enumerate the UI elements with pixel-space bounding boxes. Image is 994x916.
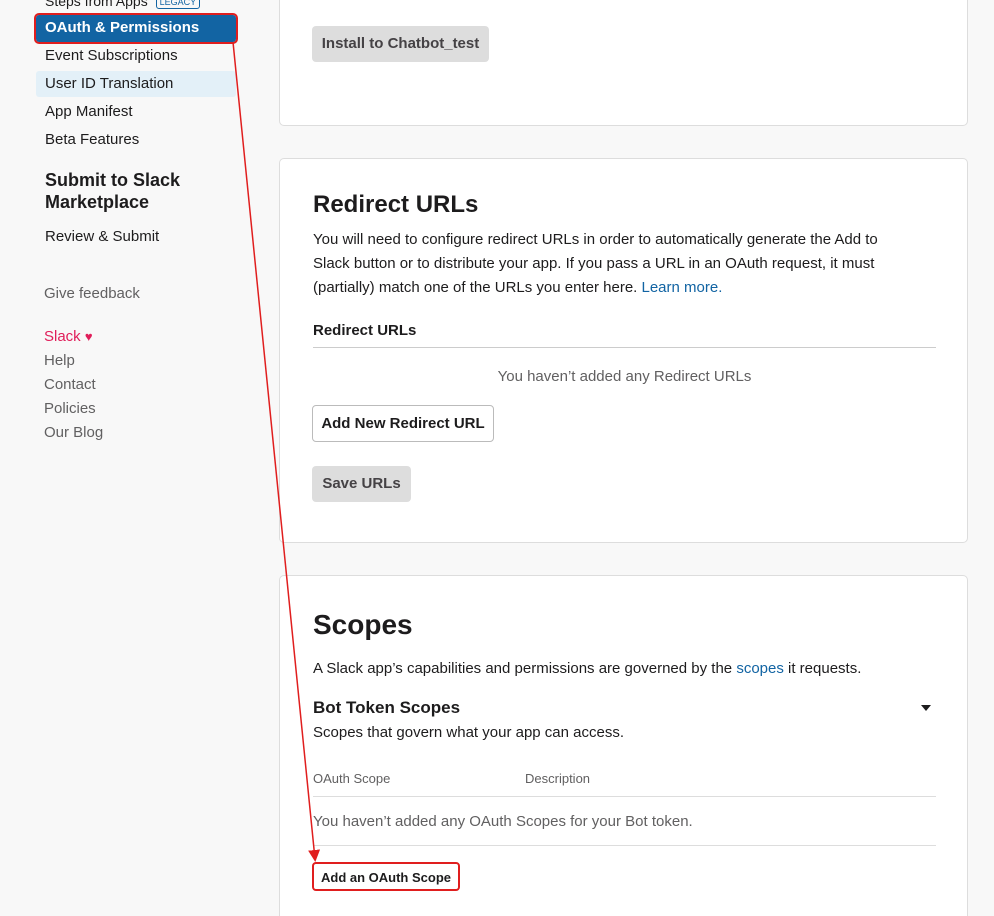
- caret-down-icon[interactable]: [921, 705, 931, 711]
- redirect-urls-card: Redirect URLs You will need to configure…: [279, 158, 968, 543]
- column-header-description: Description: [525, 771, 591, 786]
- redirect-urls-description: You will need to configure redirect URLs…: [313, 228, 953, 300]
- sidebar-item-app-manifest[interactable]: App Manifest: [36, 99, 236, 125]
- description-text: it requests.: [783, 660, 862, 677]
- description-text: A Slack app’s capabilities and permissio…: [313, 660, 737, 677]
- column-header-oauth-scope: OAuth Scope: [313, 771, 391, 786]
- learn-more-link[interactable]: Learn more.: [642, 279, 723, 296]
- sidebar-item-review-submit[interactable]: Review & Submit: [36, 224, 236, 250]
- scopes-card: Scopes A Slack app’s capabilities and pe…: [279, 575, 968, 916]
- divider: [313, 796, 936, 797]
- sidebar-item-user-id-translation[interactable]: User ID Translation: [36, 71, 236, 97]
- description-line: You will need to configure redirect URLs…: [313, 231, 878, 248]
- scopes-description: A Slack app’s capabilities and permissio…: [313, 657, 953, 681]
- sidebar-item-beta-features[interactable]: Beta Features: [36, 127, 236, 153]
- bot-token-scopes-title: Bot Token Scopes: [313, 698, 461, 717]
- footer-link-label: Slack: [44, 328, 81, 345]
- footer-link-blog[interactable]: Our Blog: [44, 423, 103, 443]
- footer-link-contact[interactable]: Contact: [44, 375, 96, 395]
- sidebar-item-label: Steps from Apps: [45, 0, 148, 9]
- sidebar-item-steps-from-apps[interactable]: Steps from Apps LEGACY: [36, 0, 236, 14]
- install-button[interactable]: Install to Chatbot_test: [312, 26, 489, 62]
- sidebar: Steps from Apps LEGACY OAuth & Permissio…: [0, 0, 260, 916]
- sidebar-section-title: Submit to Slack Marketplace: [45, 170, 181, 212]
- divider: [313, 347, 936, 348]
- scopes-title: Scopes: [313, 609, 413, 640]
- give-feedback-link[interactable]: Give feedback: [44, 284, 140, 304]
- bot-token-scopes-description: Scopes that govern what your app can acc…: [313, 724, 625, 741]
- redirect-urls-subheading: Redirect URLs: [313, 322, 417, 339]
- sidebar-item-oauth-permissions[interactable]: OAuth & Permissions: [34, 13, 238, 44]
- footer-link-slack[interactable]: Slack ♥: [44, 327, 93, 347]
- description-line: (partially) match one of the URLs you en…: [313, 279, 642, 296]
- footer-link-policies[interactable]: Policies: [44, 399, 96, 419]
- description-line: Slack button or to distribute your app. …: [313, 255, 875, 272]
- sidebar-item-event-subscriptions[interactable]: Event Subscriptions: [36, 43, 236, 69]
- add-oauth-scope-button[interactable]: Add an OAuth Scope: [312, 862, 460, 891]
- footer-link-help[interactable]: Help: [44, 351, 75, 371]
- oauth-scopes-empty: You haven’t added any OAuth Scopes for y…: [313, 813, 693, 830]
- install-card: Install to Chatbot_test: [279, 0, 968, 126]
- divider: [313, 845, 936, 846]
- add-redirect-url-button[interactable]: Add New Redirect URL: [312, 405, 494, 442]
- heart-icon: ♥: [84, 329, 93, 344]
- redirect-urls-empty: You haven’t added any Redirect URLs: [497, 368, 752, 385]
- scopes-link[interactable]: scopes: [736, 660, 784, 677]
- redirect-urls-title: Redirect URLs: [313, 191, 479, 218]
- save-urls-button[interactable]: Save URLs: [312, 466, 411, 502]
- legacy-badge: LEGACY: [155, 0, 201, 9]
